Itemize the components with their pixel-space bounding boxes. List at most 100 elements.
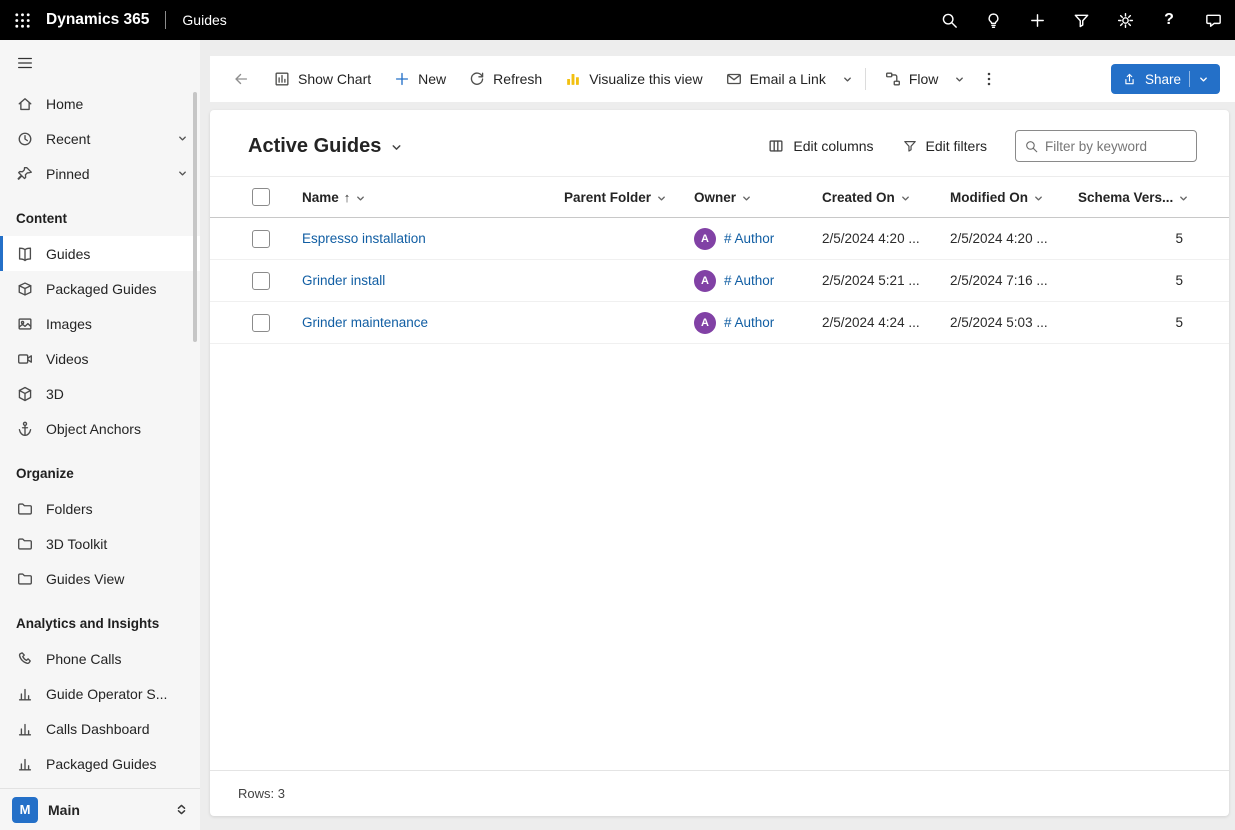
sidebar-item-phone-calls[interactable]: Phone Calls — [0, 641, 200, 676]
chevron-down-icon — [842, 74, 853, 85]
sidebar-item-calls-dashboard[interactable]: Calls Dashboard — [0, 711, 200, 746]
sidebar-item-guides[interactable]: Guides — [0, 236, 200, 271]
mail-icon — [725, 70, 743, 88]
column-header-name[interactable]: Name ↑ — [302, 190, 564, 205]
new-button[interactable]: New — [382, 62, 457, 96]
share-button[interactable]: Share — [1111, 64, 1220, 94]
sidebar-item-label: Folders — [46, 501, 188, 517]
search-button[interactable] — [927, 0, 971, 40]
flow-dropdown-button[interactable] — [949, 62, 970, 96]
sidebar-item-videos[interactable]: Videos — [0, 341, 200, 376]
sidebar-item-label: Packaged Guides — [46, 756, 188, 772]
edit-columns-button[interactable]: Edit columns — [767, 137, 873, 155]
show-chart-button[interactable]: Show Chart — [262, 62, 382, 96]
sidebar-item-object-anchors[interactable]: Object Anchors — [0, 411, 200, 446]
owner-link[interactable]: # Author — [724, 273, 774, 288]
power-bi-icon — [564, 70, 582, 88]
table-row[interactable]: Grinder install A # Author 2/5/2024 5:21… — [210, 260, 1229, 302]
chevron-down-icon — [177, 133, 188, 144]
search-icon — [940, 11, 959, 30]
avatar[interactable]: A — [694, 270, 716, 292]
guide-name-link[interactable]: Grinder maintenance — [302, 315, 564, 330]
column-header-parent-folder[interactable]: Parent Folder — [564, 190, 694, 205]
vertical-ellipsis-icon — [980, 70, 998, 88]
column-header-created-on[interactable]: Created On — [822, 190, 950, 205]
chevron-down-icon — [177, 168, 188, 179]
select-all-checkbox[interactable] — [252, 188, 270, 206]
environment-picker[interactable]: M Main — [0, 788, 200, 830]
view-title: Active Guides — [248, 135, 381, 158]
sidebar-item-folders[interactable]: Folders — [0, 491, 200, 526]
edit-filters-button[interactable]: Edit filters — [902, 138, 987, 154]
sidebar-item-label: Phone Calls — [46, 651, 188, 667]
chevron-down-icon — [355, 191, 366, 204]
help-button[interactable]: ? — [1147, 0, 1191, 40]
avatar[interactable]: A — [694, 312, 716, 334]
created-on-cell: 2/5/2024 4:20 ... — [822, 231, 950, 246]
filter-icon — [1072, 11, 1091, 30]
guide-name-link[interactable]: Grinder install — [302, 273, 564, 288]
back-arrow-icon — [232, 70, 250, 88]
owner-cell: A # Author — [694, 228, 822, 250]
refresh-button[interactable]: Refresh — [457, 62, 553, 96]
row-checkbox[interactable] — [252, 314, 270, 332]
table-row[interactable]: Grinder maintenance A # Author 2/5/2024 … — [210, 302, 1229, 344]
sidebar-item-guide-operator[interactable]: Guide Operator S... — [0, 676, 200, 711]
sidebar-item-label: Pinned — [46, 166, 165, 182]
feedback-button[interactable] — [1191, 0, 1235, 40]
sidebar-scrollbar[interactable] — [193, 92, 197, 342]
quick-create-button[interactable] — [1015, 0, 1059, 40]
app-launcher-button[interactable] — [0, 0, 44, 40]
bar-chart-icon — [16, 755, 34, 773]
owner-cell: A # Author — [694, 270, 822, 292]
refresh-icon — [468, 70, 486, 88]
advanced-filter-button[interactable] — [1059, 0, 1103, 40]
plus-icon — [1028, 11, 1047, 30]
sidebar-item-packaged-guides-dashboard[interactable]: Packaged Guides — [0, 746, 200, 781]
back-button[interactable] — [224, 62, 258, 96]
filter-icon — [902, 138, 918, 154]
table-row[interactable]: Espresso installation A # Author 2/5/202… — [210, 218, 1229, 260]
view-actions: Edit columns Edit filters — [767, 130, 1197, 162]
pin-icon — [16, 165, 34, 183]
chart-icon — [273, 70, 291, 88]
collapse-nav-button[interactable] — [0, 40, 200, 86]
visualize-view-button[interactable]: Visualize this view — [553, 62, 713, 96]
owner-cell: A # Author — [694, 312, 822, 334]
share-icon — [1122, 72, 1137, 87]
row-checkbox[interactable] — [252, 230, 270, 248]
modified-on-cell: 2/5/2024 7:16 ... — [950, 273, 1078, 288]
owner-link[interactable]: # Author — [724, 231, 774, 246]
insights-button[interactable] — [971, 0, 1015, 40]
sidebar-item-pinned[interactable]: Pinned — [0, 156, 200, 191]
grid-empty-area — [210, 344, 1229, 770]
email-link-dropdown-button[interactable] — [837, 62, 858, 96]
flow-button[interactable]: Flow — [873, 62, 950, 96]
sidebar-item-label: Object Anchors — [46, 421, 188, 437]
view-selector[interactable]: Active Guides — [248, 135, 403, 158]
sidebar-item-guides-view[interactable]: Guides View — [0, 561, 200, 596]
column-header-owner[interactable]: Owner — [694, 190, 822, 205]
sidebar-item-recent[interactable]: Recent — [0, 121, 200, 156]
columns-icon — [767, 137, 785, 155]
owner-link[interactable]: # Author — [724, 315, 774, 330]
sidebar-item-home[interactable]: Home — [0, 86, 200, 121]
sidebar-item-3d-toolkit[interactable]: 3D Toolkit — [0, 526, 200, 561]
avatar[interactable]: A — [694, 228, 716, 250]
chevron-up-down-icon — [175, 803, 188, 816]
view-header: Active Guides Edit columns Edit filters — [210, 110, 1229, 176]
email-link-button[interactable]: Email a Link — [714, 62, 837, 96]
column-header-schema-version[interactable]: Schema Vers... — [1078, 190, 1189, 205]
sidebar-item-packaged-guides[interactable]: Packaged Guides — [0, 271, 200, 306]
column-header-modified-on[interactable]: Modified On — [950, 190, 1078, 205]
settings-button[interactable] — [1103, 0, 1147, 40]
chevron-down-icon — [900, 191, 911, 204]
sidebar-item-3d[interactable]: 3D — [0, 376, 200, 411]
sidebar-item-images[interactable]: Images — [0, 306, 200, 341]
top-app-bar: Dynamics 365 Guides ? — [0, 0, 1235, 40]
row-checkbox[interactable] — [252, 272, 270, 290]
guide-name-link[interactable]: Espresso installation — [302, 231, 564, 246]
keyword-filter-input[interactable] — [1045, 139, 1188, 154]
more-commands-button[interactable] — [970, 62, 1008, 96]
topbar-actions: ? — [927, 0, 1235, 40]
